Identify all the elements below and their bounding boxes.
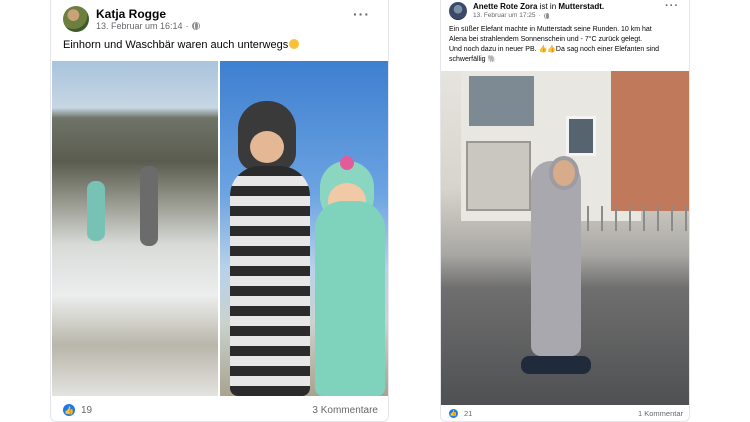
post-meta: 13. Februar um 16:14 · xyxy=(96,21,200,31)
elephant-costume xyxy=(531,161,581,356)
running-shoes xyxy=(521,356,591,374)
like-thumb-icon[interactable]: 👍 xyxy=(63,404,75,416)
meta-separator: · xyxy=(185,21,189,31)
author-avatar[interactable] xyxy=(449,2,467,20)
post-katja-rogge: Katja Rogge 13. Februar um 16:14 · ··· E… xyxy=(50,0,389,422)
house-red-facade xyxy=(611,71,689,211)
post-photo-vineyard[interactable] xyxy=(52,61,218,396)
post-date[interactable]: 13. Februar um 17:25 xyxy=(473,12,536,19)
post-meta: 13. Februar um 17:25 · xyxy=(473,12,550,19)
globe-icon xyxy=(543,12,550,19)
child-unicorn-figure xyxy=(87,181,105,241)
post-date[interactable]: 13. Februar um 16:14 xyxy=(96,21,183,31)
post-anette-rote-zora: Anette Rote Zora ist in Mutterstadt. 13.… xyxy=(440,0,690,422)
author-name[interactable]: Katja Rogge xyxy=(96,7,166,21)
post-text-line: Alena bei strahlendem Sonnenschein und -… xyxy=(449,36,643,43)
post-text: Ein süßer Elefant machte in Mutterstadt … xyxy=(449,25,685,65)
more-options-icon[interactable]: ··· xyxy=(353,6,370,22)
comment-count[interactable]: 1 Kommentar xyxy=(638,409,683,418)
author-line: Anette Rote Zora ist in Mutterstadt. xyxy=(473,2,604,11)
child-raccoon-figure xyxy=(140,166,158,246)
raccoon-costume xyxy=(230,166,310,396)
house-window xyxy=(469,76,534,126)
meta-separator: · xyxy=(538,12,541,19)
like-count[interactable]: 21 xyxy=(464,409,472,418)
more-options-icon[interactable]: ··· xyxy=(665,0,679,12)
post-footer: 👍 19 3 Kommentare xyxy=(63,404,378,416)
like-thumb-icon[interactable]: 👍 xyxy=(449,409,458,418)
post-text-content: Einhorn und Waschbär waren auch unterweg… xyxy=(63,39,289,51)
person-face xyxy=(549,156,579,190)
comment-count[interactable]: 3 Kommentare xyxy=(312,405,378,416)
smile-emoji-icon xyxy=(289,39,300,49)
location-link[interactable]: Mutterstadt. xyxy=(558,2,604,11)
is-in-text: ist in xyxy=(539,2,557,11)
author-avatar[interactable] xyxy=(63,6,89,32)
globe-icon xyxy=(191,22,200,30)
post-photo-portrait[interactable] xyxy=(220,61,388,396)
post-text-line: schwerfällig 🐘 xyxy=(449,56,497,63)
house-door xyxy=(466,141,531,211)
post-text: Einhorn und Waschbär waren auch unterweg… xyxy=(63,39,300,51)
house-window xyxy=(566,116,596,156)
post-text-line: Ein süßer Elefant machte in Mutterstadt … xyxy=(449,26,652,33)
author-name[interactable]: Anette Rote Zora xyxy=(473,2,537,11)
post-photo-street[interactable] xyxy=(441,71,689,405)
unicorn-horn xyxy=(340,156,354,170)
post-text-line: Und noch dazu in neuer PB. 👍👍Da sag noch… xyxy=(449,46,660,53)
feed: Katja Rogge 13. Februar um 16:14 · ··· E… xyxy=(0,0,750,422)
post-footer: 👍 21 1 Kommentar xyxy=(449,409,683,418)
like-count[interactable]: 19 xyxy=(81,405,92,416)
child-face xyxy=(250,131,284,163)
unicorn-costume xyxy=(315,201,385,396)
